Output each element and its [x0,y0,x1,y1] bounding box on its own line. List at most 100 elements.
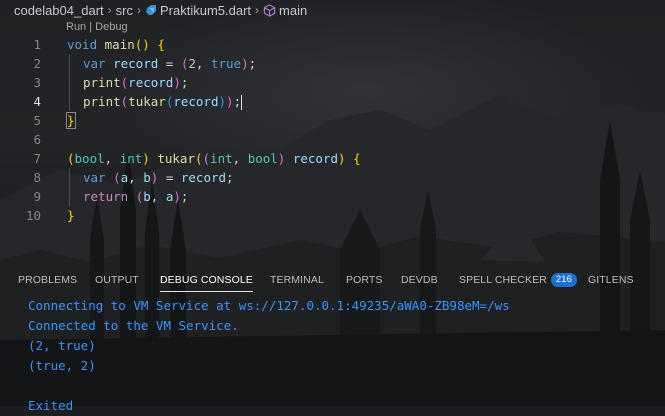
line-number: 5 [33,113,41,128]
debug-console-output[interactable]: Connecting to VM Service at ws://127.0.0… [28,296,510,416]
code-line[interactable]: 10} [0,206,665,225]
panel-tabs: PROBLEMS OUTPUT DEBUG CONSOLE TERMINAL PORTS… [0,270,665,292]
code-token: = [158,56,181,71]
code-token: void [67,37,98,52]
code-token: record [128,75,174,90]
code-token: } [67,208,75,223]
tab-devdb[interactable]: DEVDB [401,270,438,290]
breadcrumb-folder-codelab04[interactable]: codelab04_dart [14,3,104,18]
tab-label: PROBLEMS [18,274,78,286]
line-number: 2 [33,56,41,71]
code-token: ; [226,170,234,185]
tab-label: OUTPUT [95,274,139,286]
tab-ports[interactable]: PORTS [346,270,382,290]
code-line[interactable]: 3 print(record); [0,73,665,92]
code-line[interactable]: 8 var (a, b) = record; [0,168,665,187]
code-token: { [353,151,361,166]
spell-checker-count-badge: 216 [550,273,578,288]
line-number: 7 [33,151,41,166]
line-number: 1 [33,37,41,52]
code-token: ; [180,189,189,204]
code-line[interactable]: 1 void main() { [0,35,665,54]
console-line: Exited [28,398,74,413]
code-text: return (b, a); [83,187,188,206]
code-text: } [66,111,76,130]
breadcrumb-file-label: Praktikum5.dart [159,2,252,18]
breadcrumb-folder-src[interactable]: src [116,3,133,18]
code-token: record [292,151,339,166]
code-token: ) [173,75,181,90]
code-token: true [210,56,242,71]
code-token: 2 [188,56,196,71]
code-token: ( [194,151,203,166]
console-line: (2, true) [28,338,96,353]
cube-icon [263,3,276,17]
code-token: ) [173,189,181,204]
code-token: = [158,170,181,185]
breadcrumb: codelab04_dart › src › Praktikum5.dart ›… [0,0,665,20]
code-token: record [113,56,159,71]
code-token: , [104,151,120,166]
line-number: 8 [33,170,41,185]
code-line[interactable]: 5} [0,111,665,130]
code-text: void main() { [67,35,165,54]
tab-label: GITLENS [588,274,634,286]
code-text: print(record); [83,73,188,92]
code-line[interactable]: 7 (bool, int) tukar((int, bool) record) { [0,149,665,168]
code-line[interactable]: 6 [0,130,665,149]
code-token: int [119,151,143,166]
tab-terminal[interactable]: TERMINAL [270,270,324,290]
tab-debug-console[interactable]: DEBUG CONSOLE [160,270,253,292]
breadcrumb-symbol[interactable]: main [263,3,307,18]
tab-spell-checker[interactable]: SPELL CHECKER 216 [459,270,578,290]
tab-output[interactable]: OUTPUT [95,270,139,290]
tab-label: DEVDB [401,274,438,286]
code-token: { [157,37,165,52]
code-line[interactable]: 9 return (b, a); [0,187,665,206]
code-token: var [83,170,106,185]
code-token: print [83,75,121,90]
code-token: } [66,112,76,129]
code-token: ; [180,75,189,90]
code-token: ; [233,94,242,109]
tab-gitlens[interactable]: GITLENS [588,270,634,290]
code-token: , [195,56,211,71]
code-token: , [150,189,166,204]
code-token: , [232,151,248,166]
codelens-run-debug[interactable]: Run | Debug [66,21,128,33]
code-text: var record = (2, true); [83,54,256,73]
code-token: tukar [157,151,195,166]
code-line[interactable]: 2 var record = (2, true); [0,54,665,73]
code-token: bool [74,151,105,166]
code-token: var [83,56,106,71]
code-text: print(tukar(record)); [83,92,243,111]
line-number: 9 [33,189,41,204]
dart-file-icon [145,5,156,15]
tab-label: SPELL CHECKER [459,274,547,286]
code-token: ( [67,151,75,166]
code-text: (bool, int) tukar((int, bool) record) { [67,149,361,168]
code-token: ( [113,170,121,185]
line-number: 4 [33,94,41,109]
code-text: } [67,206,75,225]
breadcrumb-symbol-label: main [279,2,308,18]
code-token: record [180,170,227,185]
tab-label: PORTS [346,274,383,286]
code-token: b [143,170,151,185]
code-token: ) [241,56,249,71]
code-token: , [128,170,144,185]
code-token: main [104,37,135,52]
console-line: Connected to the VM Service. [28,318,239,333]
chevron-right-icon: › [255,3,260,17]
code-line[interactable]: 4 print(tukar(record)); [0,92,665,111]
breadcrumb-file[interactable]: Praktikum5.dart [145,3,251,18]
tab-problems[interactable]: PROBLEMS [18,270,77,290]
code-editor[interactable]: 1 void main() {2 var record = (2, true); 3 p… [0,35,665,225]
